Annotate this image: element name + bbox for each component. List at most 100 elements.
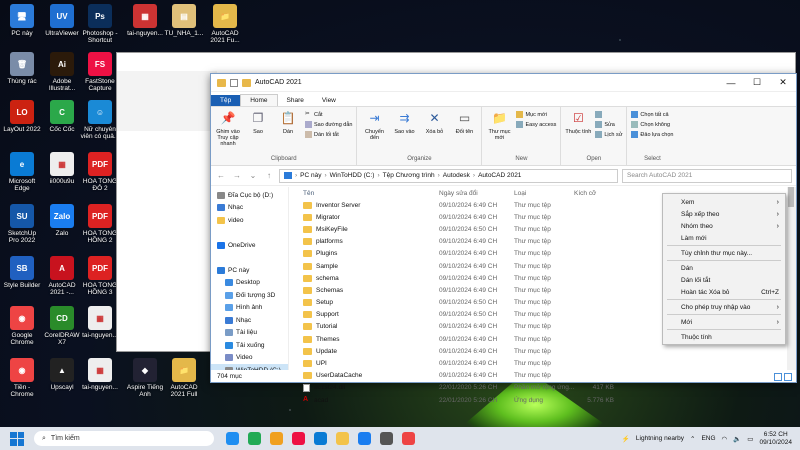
desktop-icon[interactable]: ▦ ii000u9u <box>42 152 82 185</box>
paste-button[interactable]: 📋 Dán <box>275 109 301 156</box>
desktop-icon[interactable]: ☺ Nữ chuyên viên có quả... <box>80 100 120 140</box>
file-row[interactable]: Aacad 22/01/2020 5:26 CH Ứng dụng 5.776 KB <box>289 394 796 406</box>
desktop-icon[interactable]: ▤ TU_NHA_1... <box>164 4 204 37</box>
new-folder-quick-icon[interactable] <box>242 78 251 87</box>
context-menu-item[interactable]: Hoàn tác Xóa bỏ Ctrl+Z <box>663 286 785 298</box>
rename-button[interactable]: ▭ Đổi tên <box>451 109 477 156</box>
move-to-button[interactable]: ⇥ Chuyển đến <box>361 109 387 156</box>
desktop-icon[interactable]: PDF HOA TÔNG HỒNG 2 <box>80 204 120 244</box>
desktop-icon[interactable]: UV UltraViewer <box>42 4 82 37</box>
minimize-button[interactable]: — <box>718 74 744 92</box>
select-none-button[interactable]: Chọn không <box>631 121 673 128</box>
context-menu-item[interactable]: Xem › <box>663 196 785 208</box>
column-type[interactable]: Loại <box>514 190 574 197</box>
desktop-icon[interactable]: C Cốc Cốc <box>42 100 82 133</box>
large-icons-view-icon[interactable] <box>784 373 792 381</box>
breadcrumb-separator[interactable]: › <box>377 172 379 179</box>
pin-quick-access-button[interactable]: 📌 Ghim vào Truy cập nhanh <box>215 109 241 156</box>
desktop-icon[interactable]: ◉ Tiền - Chrome <box>2 358 42 398</box>
desktop-icon[interactable]: PDF HOA TÔNG HỒNG 3 <box>80 256 120 296</box>
desktop-icon[interactable]: Ps Photoshop - Shortcut <box>80 4 120 44</box>
weather-text[interactable]: Lightning nearby <box>636 435 684 442</box>
nav-item[interactable]: video <box>211 214 288 227</box>
paste-shortcut-button[interactable]: Dán lối tắt <box>305 131 352 138</box>
breadcrumb-separator[interactable]: › <box>438 172 440 179</box>
pinned-app-icon[interactable] <box>314 432 327 445</box>
nav-item[interactable]: Nhạc <box>211 314 288 327</box>
nav-item[interactable]: Nhạc <box>211 202 288 215</box>
easy-access-button[interactable]: Easy access <box>516 121 556 128</box>
breadcrumb-item[interactable]: PC này <box>300 172 321 179</box>
recent-chevron-icon[interactable]: ⌄ <box>247 171 259 180</box>
desktop-icon[interactable]: SB Style Builder <box>2 256 42 289</box>
pinned-app-icon[interactable] <box>402 432 415 445</box>
desktop-icon[interactable]: Zalo Zalo <box>42 204 82 237</box>
breadcrumb-separator[interactable]: › <box>295 172 297 179</box>
address-bar[interactable]: › PC này › WinToHDD (C:) › Tệp Chương trình › A… <box>279 168 618 183</box>
desktop-icon[interactable]: LO LayOut 2022 <box>2 100 42 133</box>
file-row[interactable]: Update 09/10/2024 6:49 CH Thư mục tệp <box>289 345 796 357</box>
vertical-scrollbar[interactable] <box>787 187 796 370</box>
desktop-icon[interactable]: e Microsoft Edge <box>2 152 42 192</box>
tab-file[interactable]: Tệp <box>211 95 241 106</box>
tray-chevron-icon[interactable]: ⌃ <box>690 435 695 443</box>
forward-arrow-icon[interactable]: → <box>231 171 243 180</box>
pinned-app-icon[interactable] <box>380 432 393 445</box>
back-arrow-icon[interactable]: ← <box>215 171 227 180</box>
new-folder-button[interactable]: 📁 Thư mục mới <box>486 109 512 156</box>
file-row[interactable]: ac1st24.dll 22/01/2020 5:26 CH Phần mở rộn… <box>289 382 796 394</box>
column-date[interactable]: Ngày sửa đổi <box>439 190 514 197</box>
column-name[interactable]: Tên <box>303 190 439 197</box>
select-all-button[interactable]: Chọn tất cả <box>631 111 673 118</box>
weather-icon[interactable]: ⚡ <box>622 435 630 443</box>
properties-quick-icon[interactable] <box>230 78 238 87</box>
desktop-icon[interactable]: ▦ tai-nguyen... <box>125 4 165 37</box>
copy-path-button[interactable]: Sao đường dẫn <box>305 121 352 128</box>
breadcrumb-item[interactable]: Autodesk <box>443 172 470 179</box>
context-menu-item[interactable]: Thuộc tính <box>663 331 785 343</box>
desktop-icon[interactable]: FS FastStone Capture <box>80 52 120 92</box>
desktop-icon[interactable]: 📁 AutoCAD 2021 Fu... <box>205 4 245 44</box>
close-button[interactable]: ✕ <box>770 74 796 92</box>
language-indicator[interactable]: ENG <box>701 435 715 442</box>
pinned-app-icon[interactable] <box>292 432 305 445</box>
open-button[interactable] <box>595 111 622 118</box>
nav-item[interactable]: OneDrive <box>211 239 288 252</box>
volume-icon[interactable]: 🔈 <box>733 435 741 443</box>
title-bar[interactable]: AutoCAD 2021 — ☐ ✕ <box>211 74 796 92</box>
copy-button[interactable]: ❐ Sao <box>245 109 271 156</box>
new-item-button[interactable]: Mục mới <box>516 111 556 118</box>
nav-item[interactable]: Tài liệu <box>211 327 288 340</box>
desktop-icon[interactable]: ◆ Aspire Tiếng Anh <box>125 358 165 398</box>
context-menu-item[interactable]: Dán <box>663 262 785 274</box>
context-menu-item[interactable]: Mới › <box>663 316 785 328</box>
nav-item[interactable]: Tải xuống <box>211 339 288 352</box>
desktop-icon[interactable]: 🖥 PC này <box>2 4 42 37</box>
breadcrumb-item[interactable]: AutoCAD 2021 <box>478 172 521 179</box>
desktop-icon[interactable]: CD CorelDRAW X7 <box>42 306 82 346</box>
taskbar-search-input[interactable]: ⌕ Tìm kiếm <box>34 431 214 446</box>
history-button[interactable]: Lịch sử <box>595 131 622 138</box>
context-menu-item[interactable]: Sắp xếp theo › <box>663 208 785 220</box>
edit-button[interactable]: Sửa <box>595 121 622 128</box>
nav-item[interactable]: Đĩa Cục bộ (D:) <box>211 189 288 202</box>
start-windows-icon[interactable] <box>10 431 24 446</box>
desktop-icon[interactable]: 📁 AutoCAD 2021 Full <box>164 358 204 398</box>
desktop-icon[interactable]: SU SketchUp Pro 2022 <box>2 204 42 244</box>
context-menu-item[interactable]: Cho phép truy nhập vào › <box>663 301 785 313</box>
tab-home[interactable]: Home <box>240 94 278 106</box>
file-row[interactable]: UPI 09/10/2024 6:49 CH Thư mục tệp <box>289 357 796 369</box>
cut-button[interactable]: ✂ Cắt <box>305 111 352 118</box>
desktop-icon[interactable]: A AutoCAD 2021 -... <box>42 256 82 296</box>
details-view-icon[interactable] <box>774 373 782 381</box>
desktop-icon[interactable]: ◉ Google Chrome <box>2 306 42 346</box>
desktop-icon[interactable]: ▦ tai-nguyen... <box>80 306 120 339</box>
up-arrow-icon[interactable]: ↑ <box>263 171 275 180</box>
context-menu-item[interactable]: Tùy chỉnh thư mục này... <box>663 247 785 259</box>
breadcrumb-separator[interactable]: › <box>473 172 475 179</box>
nav-item[interactable]: PC này <box>211 264 288 277</box>
maximize-button[interactable]: ☐ <box>744 74 770 92</box>
desktop-icon[interactable]: Ai Adobe Illustrat... <box>42 52 82 92</box>
nav-item[interactable]: Hình ảnh <box>211 302 288 315</box>
scrollbar-thumb[interactable] <box>788 187 794 207</box>
